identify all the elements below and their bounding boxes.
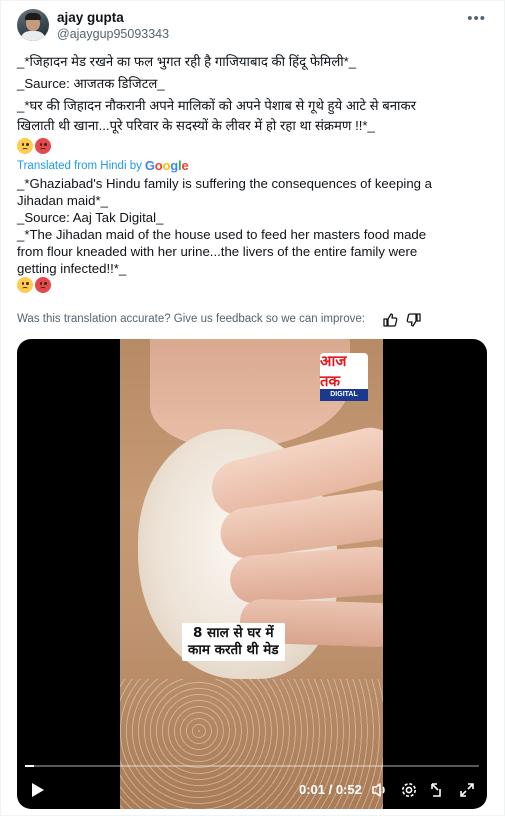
tweet-card: ajay gupta @ajaygup95093343 ••• _*जिहादन…	[0, 0, 505, 816]
thumbs-up-icon[interactable]	[382, 312, 398, 328]
video-caption: 8 साल से घर में काम करती थी मेड	[182, 623, 285, 661]
volume-icon[interactable]	[370, 779, 390, 801]
translated-emojis	[17, 277, 51, 293]
video-frame	[120, 339, 383, 809]
translated-text-line-3: _Source: Aaj Tak Digital_	[17, 210, 164, 225]
angry-face-icon	[35, 277, 51, 293]
video-timecode: 0:01 / 0:52	[299, 782, 362, 797]
more-options-icon[interactable]: •••	[467, 10, 486, 27]
aaj-tak-logo: आज तक DIGITAL	[320, 352, 368, 401]
video-player[interactable]: आज तक DIGITAL 8 साल से घर में काम करती थ…	[17, 339, 487, 809]
current-time: 0:01	[299, 782, 326, 797]
translated-text-line-1: _*Ghaziabad's Hindu family is suffering …	[17, 176, 433, 191]
video-progress-fill	[25, 765, 35, 767]
original-text-line-3: _*घर की जिहादन नौकरानी अपने मालिकों को अ…	[17, 98, 416, 113]
avatar[interactable]	[17, 9, 49, 41]
translated-text-line-2: Jihadan maid*_	[17, 193, 108, 208]
author-name[interactable]: ajay gupta	[57, 10, 124, 25]
translated-text-line-6: getting infected!!*_	[17, 261, 127, 276]
sad-face-icon	[17, 277, 33, 293]
thumbs-down-icon[interactable]	[406, 312, 422, 328]
translation-label: Translated from Hindi by	[17, 159, 142, 172]
dock-video-icon[interactable]	[428, 779, 448, 801]
video-progress-bar[interactable]	[25, 765, 479, 767]
original-text-line-2: _Saurce: आजतक डिजिटल_	[17, 76, 165, 91]
time-separator: /	[325, 782, 336, 797]
duration: 0:52	[335, 782, 362, 797]
original-text-line-1: _*जिहादन मेड रखने का फल भुगत रही है गाजि…	[17, 54, 357, 69]
play-icon[interactable]	[27, 779, 49, 801]
translated-text-line-5: from flour kneaded with her urine...the …	[17, 244, 418, 259]
video-caption-line-2: काम करती थी मेड	[188, 642, 279, 658]
translated-text-line-4: _*The Jihadan maid of the house used to …	[17, 227, 427, 242]
translation-attribution[interactable]: Translated from Hindi by Google	[17, 158, 189, 173]
fullscreen-icon[interactable]	[457, 779, 477, 801]
original-emojis	[17, 138, 51, 154]
author-handle[interactable]: @ajaygup95093343	[57, 27, 169, 41]
google-logo: Google	[144, 158, 189, 173]
translation-feedback-text: Was this translation accurate? Give us f…	[17, 313, 365, 325]
settings-gear-icon[interactable]	[399, 779, 419, 801]
angry-face-icon	[35, 138, 51, 154]
video-caption-line-1: 8 साल से घर में	[192, 625, 274, 641]
original-text-line-4: खिलाती थी खाना...पूरे परिवार के सदस्यों …	[17, 118, 375, 133]
sad-face-icon	[17, 138, 33, 154]
